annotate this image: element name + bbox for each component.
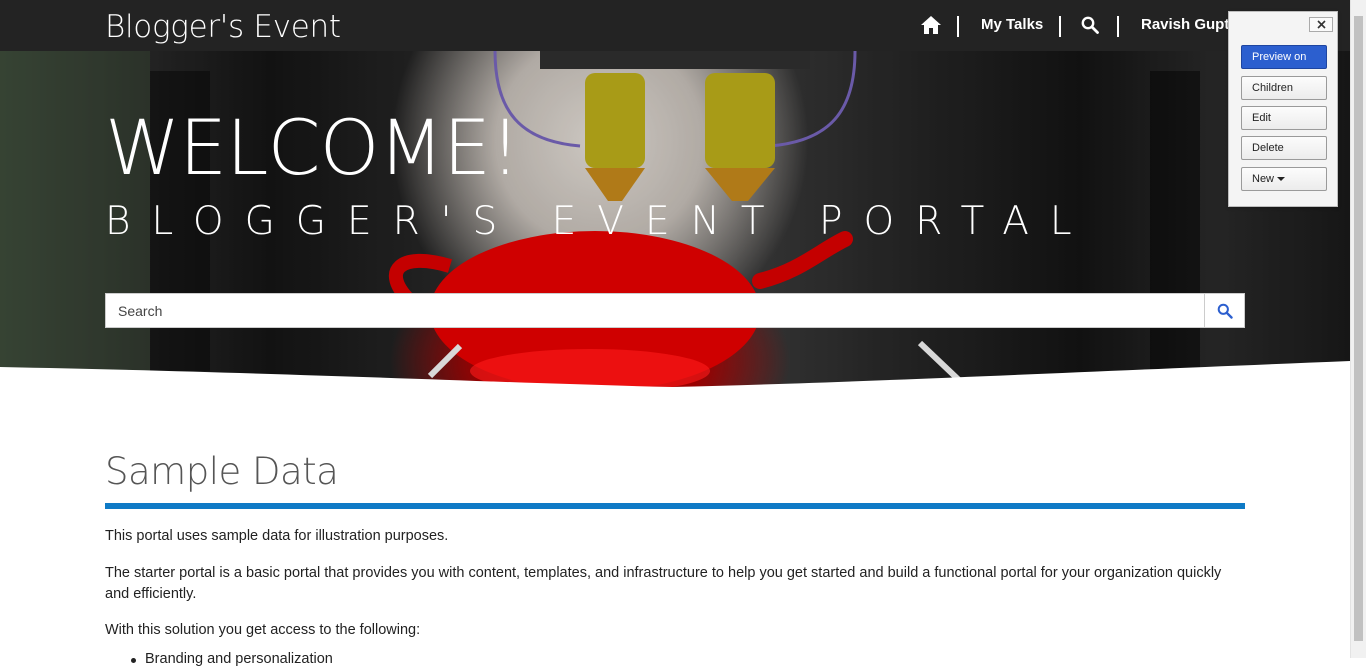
nav-user-menu[interactable]: Ravish Gupta xyxy=(1141,16,1238,33)
close-icon xyxy=(1316,20,1326,29)
paragraph-intro: This portal uses sample data for illustr… xyxy=(105,528,449,544)
search-input[interactable] xyxy=(106,294,1204,327)
site-brand[interactable]: Blogger's Event xyxy=(105,9,341,45)
hero-curve xyxy=(0,361,1350,389)
section-divider xyxy=(105,503,1245,509)
welcome-heading: WELCOME! xyxy=(105,103,520,192)
edit-button[interactable]: Edit xyxy=(1241,106,1327,130)
list-item: Branding and personalization xyxy=(131,651,333,667)
nav-divider xyxy=(957,16,959,37)
hero-banner: WELCOME! BLOGGER'S EVENT PORTAL xyxy=(0,51,1350,389)
preview-button[interactable]: Preview on xyxy=(1241,45,1327,69)
search-icon[interactable] xyxy=(1081,16,1099,34)
paragraph-description: The starter portal is a basic portal tha… xyxy=(105,565,1222,602)
nav-divider xyxy=(1059,16,1061,37)
search-icon xyxy=(1217,303,1233,319)
paragraph-features-intro: With this solution you get access to the… xyxy=(105,622,421,638)
top-navbar: Blogger's Event My Talks Ravish Gupta xyxy=(0,0,1350,51)
admin-edit-panel: Preview on Children Edit Delete New xyxy=(1228,11,1338,207)
section-title: Sample Data xyxy=(105,450,339,493)
new-button[interactable]: New xyxy=(1241,167,1327,191)
new-button-label: New xyxy=(1252,173,1275,185)
nav-my-talks[interactable]: My Talks xyxy=(981,16,1043,33)
home-icon[interactable] xyxy=(920,14,942,36)
children-button[interactable]: Children xyxy=(1241,76,1327,100)
delete-button[interactable]: Delete xyxy=(1241,136,1327,160)
search-bar xyxy=(105,293,1245,328)
search-submit-button[interactable] xyxy=(1204,294,1244,327)
page-scrollbar[interactable] xyxy=(1350,0,1366,658)
nav-divider xyxy=(1117,16,1119,37)
close-button[interactable] xyxy=(1309,17,1333,32)
scrollbar-thumb[interactable] xyxy=(1354,16,1363,641)
chevron-down-icon xyxy=(1277,177,1286,182)
portal-subtitle: BLOGGER'S EVENT PORTAL xyxy=(105,199,1093,244)
